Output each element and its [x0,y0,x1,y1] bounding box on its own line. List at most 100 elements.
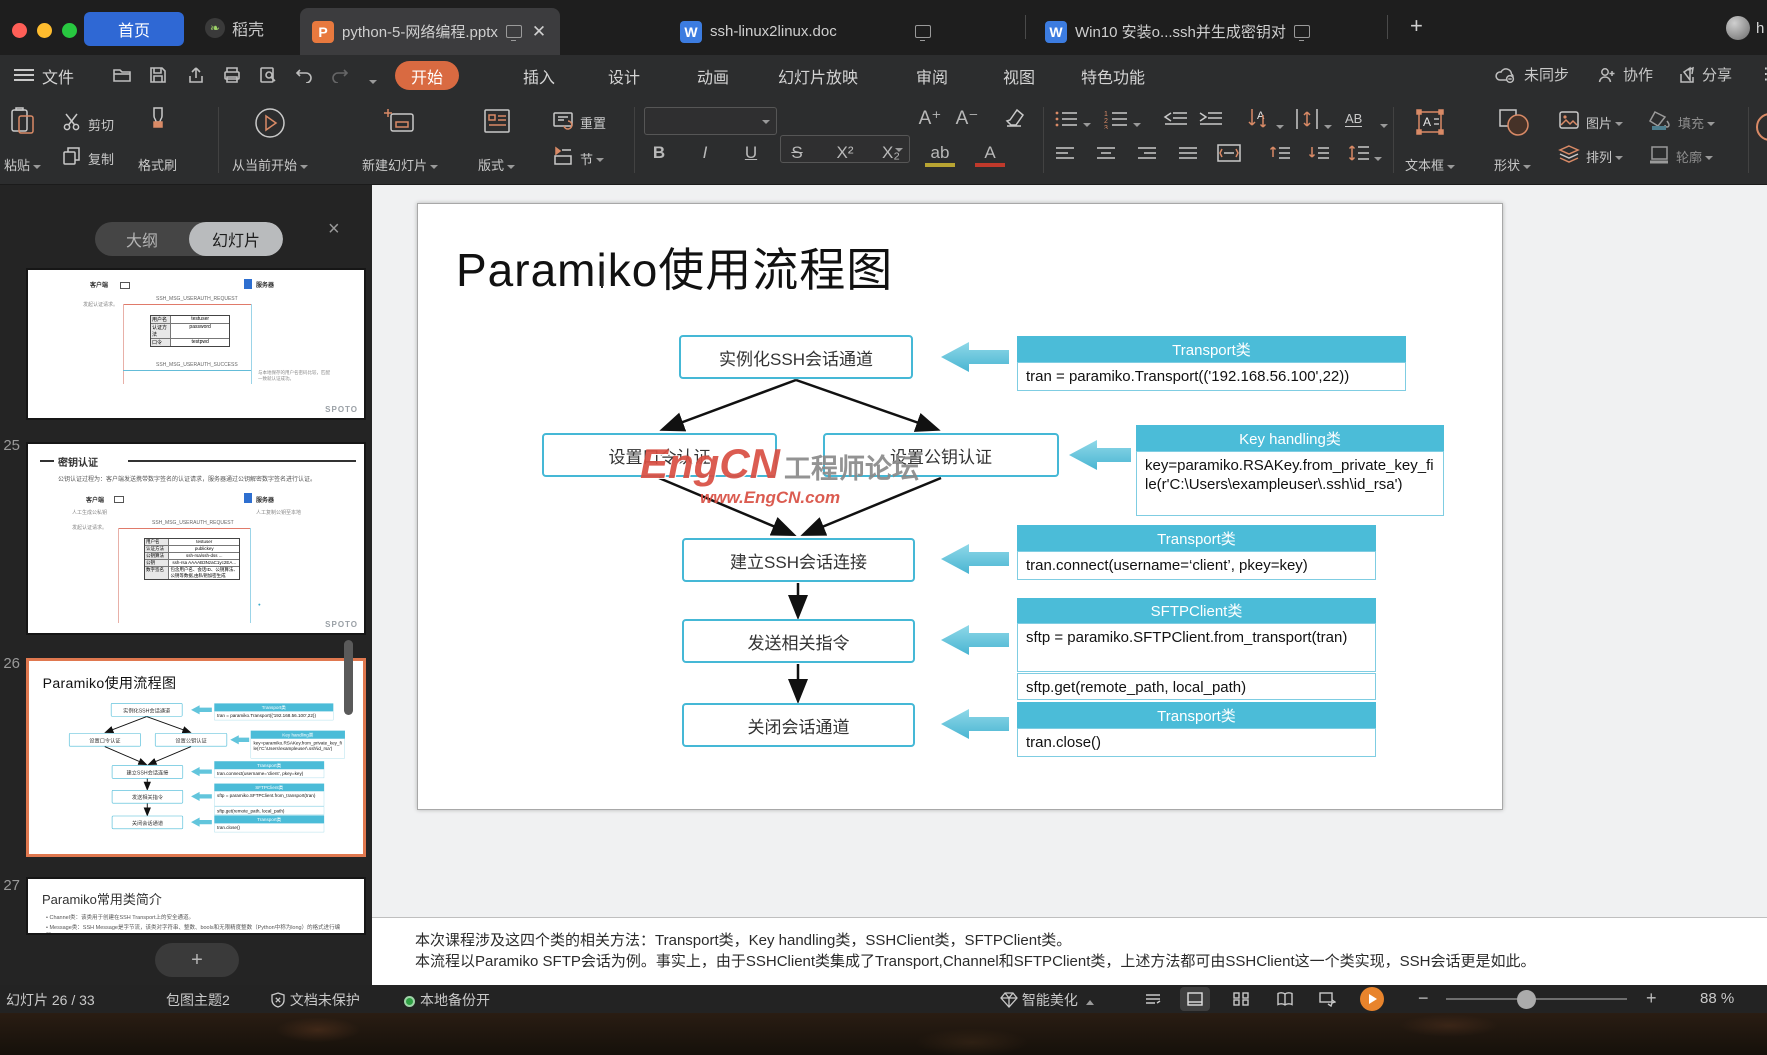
slide-thumbnail-25[interactable]: 密钥认证 公钥认证过程为：客户端发送携带数字签名的认证请求，服务器通过公钥解密数… [26,442,366,635]
panel-code-transport-init[interactable]: tran = paramiko.Transport(('192.168.56.1… [1017,362,1406,391]
home-tab[interactable]: 首页 [84,12,184,46]
slide-title[interactable]: Paramiko使用流程图 [456,234,893,300]
reading-view-button[interactable] [1270,987,1300,1011]
cut-button[interactable]: 剪切 [62,113,114,135]
tab-view[interactable]: 视图 [1003,64,1035,88]
font-name-select[interactable] [644,107,777,135]
text-direction-icon[interactable]: A [1247,107,1284,136]
panel-header-sftpclient[interactable]: SFTPClient类 [1017,598,1376,623]
increase-font-button[interactable]: A⁺ [915,107,945,130]
panel-code-transport-connect[interactable]: tran.connect(username=‘client’, pkey=key… [1017,551,1376,580]
clear-format-icon[interactable] [1002,107,1026,134]
panel-code-sftp-from-transport[interactable]: sftp = paramiko.SFTPClient.from_transpor… [1017,623,1376,672]
smart-beautify-button[interactable]: 智能美化 [1000,990,1094,1010]
shapes-button[interactable]: 形状 [1494,106,1531,174]
tab-insert[interactable]: 插入 [523,64,555,88]
tab-outline[interactable]: 大纲 [95,222,189,256]
mac-minimize-button[interactable] [37,23,52,38]
tab-slides[interactable]: 幻灯片 [189,222,283,256]
flow-box-send-commands[interactable]: 发送相关指令 [682,619,915,663]
tab-design[interactable]: 设计 [608,64,640,88]
tab-special-features[interactable]: 特色功能 [1081,64,1145,88]
document-tab-2[interactable]: W ssh-linux2linux.doc [668,8,943,55]
slide-thumbnail-27[interactable]: Paramiko常用类简介 • Channel类：该类用于创建在SSH Tran… [26,877,366,935]
current-slide[interactable]: Paramiko使用流程图 [417,203,1503,810]
character-spacing-dropdown[interactable] [1377,117,1388,135]
sidebar-close-icon[interactable]: × [328,218,340,241]
subscript-button[interactable]: X₂ [876,143,906,163]
redo-icon[interactable] [328,63,352,87]
zoom-out-button[interactable]: − [1418,988,1429,1009]
arrange-button[interactable]: 排列 [1558,145,1623,167]
user-avatar[interactable] [1726,16,1750,40]
flow-box-publickey-auth[interactable]: 设置公钥认证 [823,433,1059,477]
panel-header-transport-close[interactable]: Transport类 [1017,702,1376,728]
font-color-button[interactable]: A [975,143,1005,167]
mac-close-button[interactable] [12,23,27,38]
strikethrough-button[interactable]: S [782,143,812,163]
panel-header-key-handling[interactable]: Key handling类 [1136,425,1444,451]
justify-icon[interactable] [1177,145,1199,168]
more-menu-icon[interactable]: ⋮ [1758,64,1767,84]
highlight-color-button[interactable]: ab [925,143,955,167]
document-tab-active[interactable]: P python-5-网络编程.pptx ✕ [300,8,560,55]
picture-button[interactable]: 图片 [1558,111,1623,133]
local-backup-status[interactable]: 本地备份开 [404,990,490,1010]
outline-button[interactable]: 轮廓 [1648,145,1713,167]
add-slide-button[interactable]: + [155,943,239,977]
bullet-list-icon[interactable] [1054,109,1091,134]
section-button[interactable]: 节 [552,147,604,169]
distribute-text-icon[interactable] [1216,143,1242,168]
numbered-list-icon[interactable]: 123 [1104,109,1141,134]
flow-box-password-auth[interactable]: 设置口令认证 [542,433,777,477]
tab-animation[interactable]: 动画 [697,64,729,88]
slide-sorter-view-button[interactable] [1226,987,1256,1011]
tab-slideshow[interactable]: 幻灯片放映 [778,64,858,88]
panel-code-transport-close[interactable]: tran.close() [1017,728,1376,757]
fill-button[interactable]: 填充 [1648,111,1715,133]
line-spacing-icon[interactable] [1293,107,1332,136]
docer-tab[interactable]: ❧ 稻壳 [205,16,264,40]
document-protection-status[interactable]: 文档未保护 [270,990,360,1010]
notes-panel[interactable]: 本次课程涉及这四个类的相关方法：Transport类，Key handling类… [372,917,1767,985]
new-tab-button[interactable]: + [1410,13,1423,39]
file-menu[interactable]: 文件 [42,64,74,88]
textbox-button[interactable]: A 文本框 [1405,106,1455,174]
increase-indent-icon[interactable] [1198,109,1224,134]
sidebar-scrollbar[interactable] [344,640,353,715]
zoom-slider-track[interactable] [1446,998,1627,1000]
hamburger-menu-icon[interactable] [14,69,34,71]
flow-box-close-session[interactable]: 关闭会话通道 [682,703,915,747]
slide-thumbnail-26-selected[interactable]: Paramiko使用流程图 [26,658,366,857]
line-height-icon[interactable] [1347,143,1382,168]
quickbar-dropdown-icon[interactable] [366,73,377,91]
format-painter-button[interactable]: 格式刷 [138,106,177,174]
tab-start[interactable]: 开始 [395,61,459,90]
play-slideshow-button[interactable] [1360,987,1384,1011]
italic-button[interactable]: I [690,143,720,163]
paragraph-space-above-icon[interactable] [1268,143,1292,168]
flow-box-establish-session[interactable]: 建立SSH会话连接 [682,538,915,582]
partial-right-icon[interactable] [1756,113,1767,141]
character-spacing-button[interactable]: AB [1345,111,1362,127]
tab-review[interactable]: 审阅 [916,64,948,88]
paragraph-space-below-icon[interactable] [1307,143,1331,168]
decrease-font-button[interactable]: A⁻ [952,107,982,130]
align-left-icon[interactable] [1054,145,1076,168]
panel-code-sftp-get[interactable]: sftp.get(remote_path, local_path) [1017,673,1376,700]
play-from-current-button[interactable]: 从当前开始 [232,106,308,174]
paste-button[interactable]: 粘贴 [4,106,41,174]
panel-code-key-handling[interactable]: key=paramiko.RSAKey.from_private_key_fil… [1136,451,1444,516]
zoom-in-button[interactable]: + [1646,988,1657,1009]
notes-toggle-button[interactable] [1138,987,1168,1011]
reset-button[interactable]: 重置 [552,111,606,133]
normal-view-button[interactable] [1180,987,1210,1011]
zoom-slider-handle[interactable] [1517,990,1536,1009]
undo-icon[interactable] [292,63,316,87]
new-slide-button[interactable]: 新建幻灯片 [362,106,438,174]
collaborate-button[interactable]: 协作 [1597,64,1653,85]
document-tab-3[interactable]: W Win10 安装o...ssh并生成密钥对 [1033,8,1322,55]
layout-button[interactable]: 版式 [478,106,515,174]
slideshow-setup-button[interactable] [1312,987,1342,1011]
panel-header-transport[interactable]: Transport类 [1017,336,1406,362]
